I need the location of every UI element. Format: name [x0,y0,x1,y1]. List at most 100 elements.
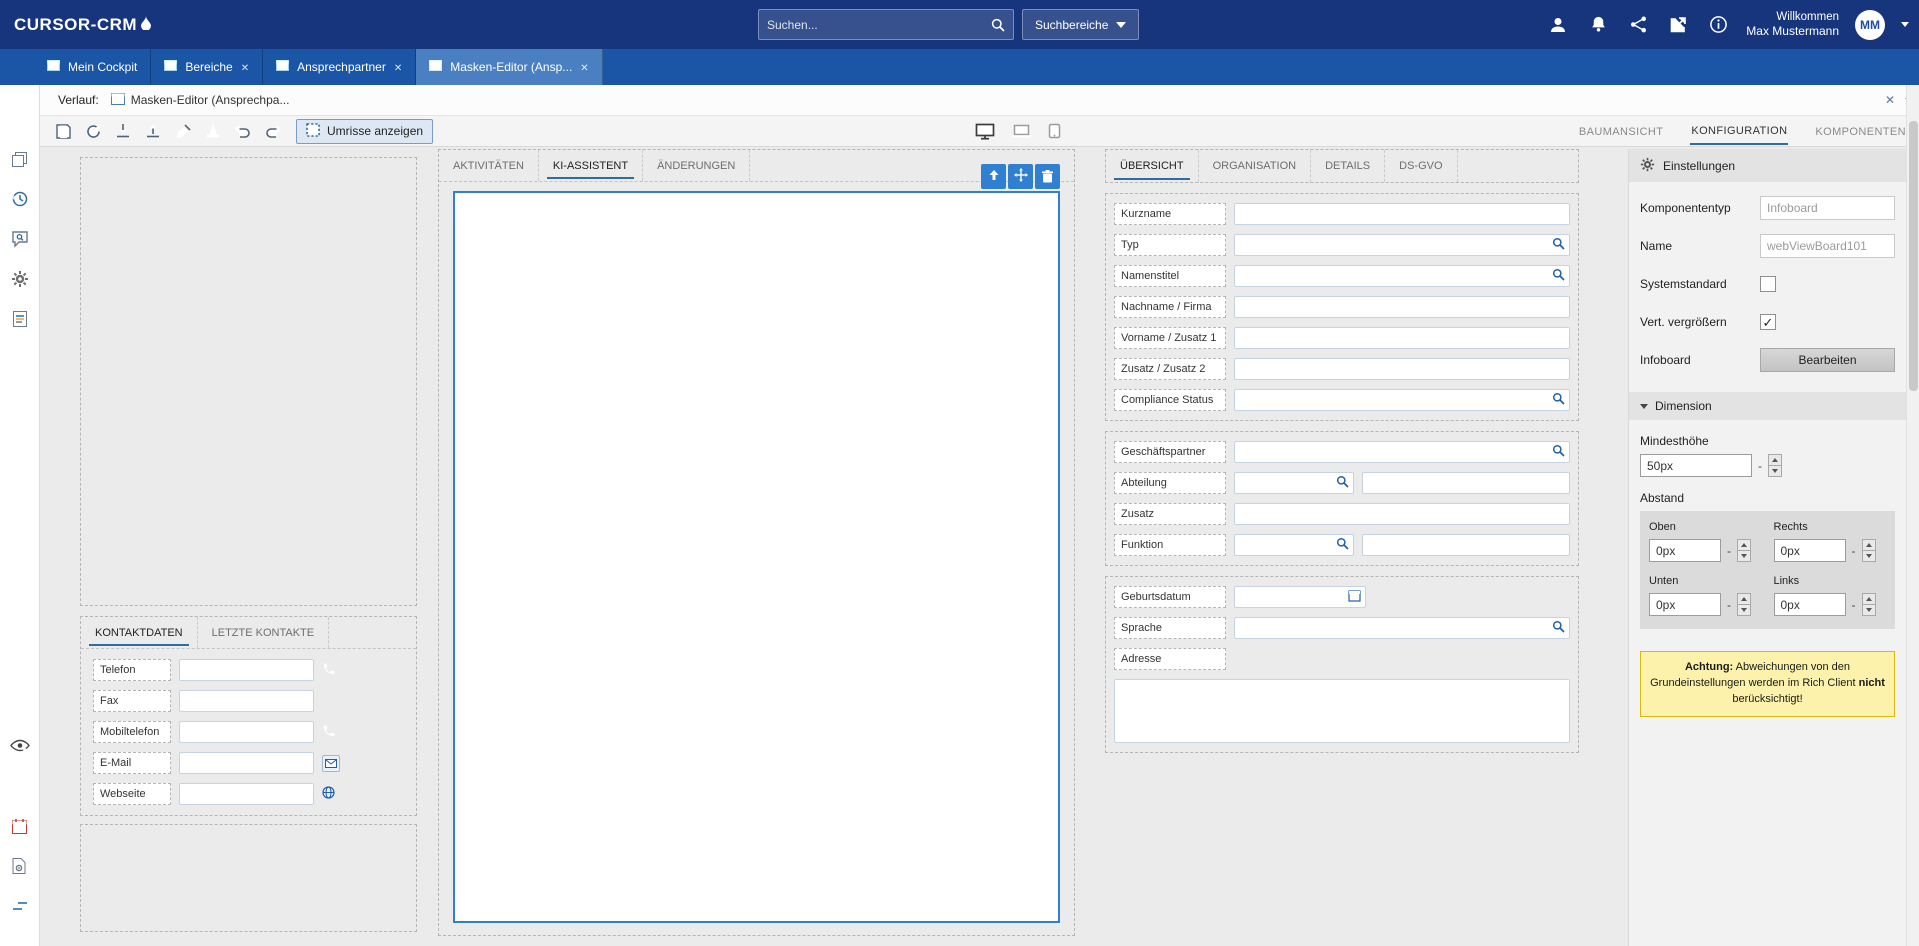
history-item[interactable]: Masken-Editor (Ansprechpa... [111,93,290,108]
tab-bereiche[interactable]: Bereiche [151,49,263,85]
undo-icon[interactable] [230,118,256,144]
phone-icon[interactable] [322,724,336,741]
unten-stepper[interactable] [1737,593,1751,616]
user-icon[interactable] [1546,13,1570,37]
links-input[interactable] [1774,593,1846,616]
oben-stepper[interactable] [1737,539,1751,562]
move-up-button[interactable] [981,164,1006,189]
namenstitel-input[interactable] [1234,265,1570,287]
field-label[interactable]: Geburtsdatum [1114,586,1226,608]
oben-input[interactable] [1649,539,1721,562]
search-icon[interactable] [1552,444,1565,460]
refresh-icon[interactable] [80,118,106,144]
step-up-icon[interactable] [1738,594,1750,605]
mobiltelefon-input[interactable] [179,721,314,743]
field-label[interactable]: Zusatz / Zusatz 2 [1114,358,1226,380]
wrench-icon[interactable] [7,346,33,372]
vertical-scrollbar[interactable] [1906,85,1919,946]
scrollbar-thumb[interactable] [1909,121,1918,391]
tablet-icon[interactable] [1048,123,1061,139]
search-icon[interactable] [1552,268,1565,284]
tab-konfiguration[interactable]: KONFIGURATION [1690,117,1788,145]
bearbeiten-button[interactable]: Bearbeiten [1760,348,1895,372]
min-height-stepper[interactable] [1768,454,1782,477]
compliance-input[interactable] [1234,389,1570,411]
vorname-input[interactable] [1234,327,1570,349]
field-label[interactable]: Zusatz [1114,503,1226,525]
field-label[interactable]: Namenstitel [1114,265,1226,287]
tab-mein-cockpit[interactable]: Mein Cockpit [34,49,151,85]
desktop-icon[interactable] [975,123,995,140]
field-label[interactable]: Kurzname [1114,203,1226,225]
min-height-input[interactable] [1640,454,1752,477]
contact-section[interactable]: KONTAKTDATEN LETZTE KONTAKTE Telefon Fax… [80,616,417,816]
trash-icon[interactable] [1035,164,1060,189]
globe-icon[interactable] [322,786,335,802]
search-icon[interactable] [1336,537,1349,553]
unit-dropdown[interactable]: - [1850,598,1858,612]
field-label[interactable]: Vorname / Zusatz 1 [1114,327,1226,349]
field-label[interactable]: Compliance Status [1114,389,1226,411]
document-gear-icon[interactable] [7,853,33,879]
abteilung-text-input[interactable] [1362,472,1570,494]
step-down-icon[interactable] [1863,605,1875,615]
zusatz-input[interactable] [1234,503,1570,525]
tab-kontaktdaten[interactable]: KONTAKTDATEN [81,617,198,648]
redo-icon[interactable] [260,118,286,144]
search-icon[interactable] [1336,475,1349,491]
tab-aktivitaeten[interactable]: AKTIVITÄTEN [439,150,539,181]
share-icon[interactable] [1626,13,1650,37]
dimension-section-header[interactable]: Dimension [1629,392,1906,420]
field-label[interactable]: Telefon [93,659,171,681]
search-icon[interactable] [1552,392,1565,408]
placeholder-component-bottom[interactable] [80,824,417,932]
bookmark-icon[interactable] [7,106,33,132]
tab-masken-editor[interactable]: Masken-Editor (Ansp... [416,49,602,85]
abteilung-key-input[interactable] [1234,472,1354,494]
tab-ki-assistent[interactable]: KI-ASSISTENT [539,150,643,181]
phone-icon[interactable] [322,662,336,679]
unit-dropdown[interactable]: - [1850,544,1858,558]
unit-dropdown[interactable]: - [1725,544,1733,558]
step-up-icon[interactable] [1863,594,1875,605]
eye-star-icon[interactable] [7,733,33,759]
field-label[interactable]: Typ [1114,234,1226,256]
field-label[interactable]: E-Mail [93,752,171,774]
funktion-key-input[interactable] [1234,534,1354,556]
search-box[interactable] [758,9,1014,40]
search-icon[interactable] [1552,237,1565,253]
save-icon[interactable] [50,118,76,144]
unit-dropdown[interactable]: - [1756,459,1764,473]
user-menu-chevron-icon[interactable] [1901,22,1909,27]
unten-input[interactable] [1649,593,1721,616]
systemstandard-checkbox[interactable] [1760,276,1776,292]
step-up-icon[interactable] [1738,540,1750,551]
unit-dropdown[interactable]: - [1725,598,1733,612]
fax-input[interactable] [179,690,314,712]
email-input[interactable] [179,752,314,774]
close-icon[interactable] [1885,93,1895,107]
tab-ds-gvo[interactable]: DS-GVO [1385,150,1457,182]
external-link-icon[interactable] [1666,13,1690,37]
rechts-input[interactable] [1774,539,1846,562]
broom-icon[interactable] [170,118,196,144]
gear-icon[interactable] [7,266,33,292]
selected-webview-component[interactable]: path,rect{fill:#fff} [453,191,1060,923]
field-label[interactable]: Adresse [1114,648,1226,670]
search-scope-dropdown[interactable]: Suchbereiche [1022,9,1139,40]
tab-baumansicht[interactable]: BAUMANSICHT [1578,118,1664,144]
report-icon[interactable] [7,306,33,332]
funktion-text-input[interactable] [1362,534,1570,556]
info-icon[interactable] [1706,13,1730,37]
step-up-icon[interactable] [1769,455,1781,466]
kurzname-input[interactable] [1234,203,1570,225]
field-label[interactable]: Nachname / Firma [1114,296,1226,318]
step-down-icon[interactable] [1738,551,1750,561]
pencil-icon[interactable] [7,773,33,799]
import-icon[interactable] [110,118,136,144]
history-icon[interactable] [7,186,33,212]
rechts-stepper[interactable] [1862,539,1876,562]
step-up-icon[interactable] [1863,540,1875,551]
center-tab-container[interactable]: AKTIVITÄTEN KI-ASSISTENT ÄNDERUNGEN path… [438,149,1075,936]
sprache-input[interactable] [1234,617,1570,639]
